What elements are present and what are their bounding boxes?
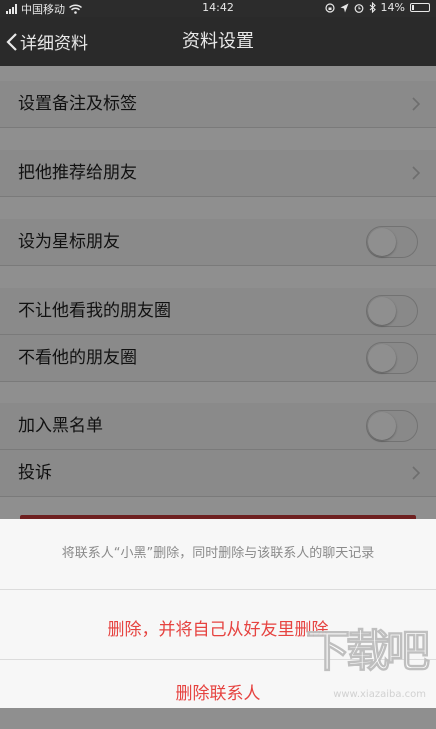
- recommend-friend-cell[interactable]: 把他推荐给朋友: [0, 150, 436, 197]
- status-bar: 中国移动 14:42 14%: [0, 0, 436, 17]
- battery-icon: [410, 3, 430, 12]
- bluetooth-icon: [369, 2, 376, 13]
- ignore-moments-cell: 不看他的朋友圈: [0, 335, 436, 382]
- toggle-knob: [368, 344, 396, 372]
- action-sheet-message: 将联系人“小黑”删除，同时删除与该联系人的聊天记录: [61, 546, 375, 561]
- cell-label: 加入黑名单: [18, 416, 103, 436]
- status-right: 14%: [324, 1, 430, 14]
- page-title: 资料设置: [182, 31, 254, 52]
- hide-moments-toggle[interactable]: [366, 295, 418, 327]
- watermark-url: www.xiazaiba.com: [333, 689, 426, 700]
- cell-label: 设为星标朋友: [18, 232, 120, 252]
- chevron-right-icon: [412, 97, 420, 111]
- battery-percent: 14%: [380, 1, 405, 14]
- battery-fill: [412, 5, 414, 10]
- nav-bar: 详细资料 资料设置: [0, 17, 436, 66]
- cell-label: 投诉: [18, 463, 52, 483]
- remark-tags-cell[interactable]: 设置备注及标签: [0, 81, 436, 128]
- divider: [0, 589, 436, 590]
- watermark-text: 下载吧: [306, 626, 431, 678]
- location-icon: [340, 3, 349, 12]
- ignore-moments-toggle[interactable]: [366, 342, 418, 374]
- cell-label: 不看他的朋友圈: [18, 348, 137, 368]
- alarm-icon: [354, 3, 363, 13]
- report-cell[interactable]: 投诉: [0, 450, 436, 497]
- star-friend-cell: 设为星标朋友: [0, 219, 436, 266]
- rotation-lock-icon: [324, 2, 335, 13]
- chevron-right-icon: [412, 166, 420, 180]
- hide-moments-cell: 不让他看我的朋友圈: [0, 288, 436, 335]
- toggle-knob: [368, 297, 396, 325]
- toggle-knob: [368, 228, 396, 256]
- cell-label: 设置备注及标签: [18, 94, 137, 114]
- cell-label: 不让他看我的朋友圈: [18, 301, 171, 321]
- blacklist-toggle[interactable]: [366, 410, 418, 442]
- toggle-knob: [368, 412, 396, 440]
- watermark-logo: 下载吧 www.xiazaiba.com: [306, 624, 431, 701]
- blacklist-cell: 加入黑名单: [0, 403, 436, 450]
- chevron-right-icon: [412, 466, 420, 480]
- cell-label: 把他推荐给朋友: [18, 163, 137, 183]
- star-friend-toggle[interactable]: [366, 226, 418, 258]
